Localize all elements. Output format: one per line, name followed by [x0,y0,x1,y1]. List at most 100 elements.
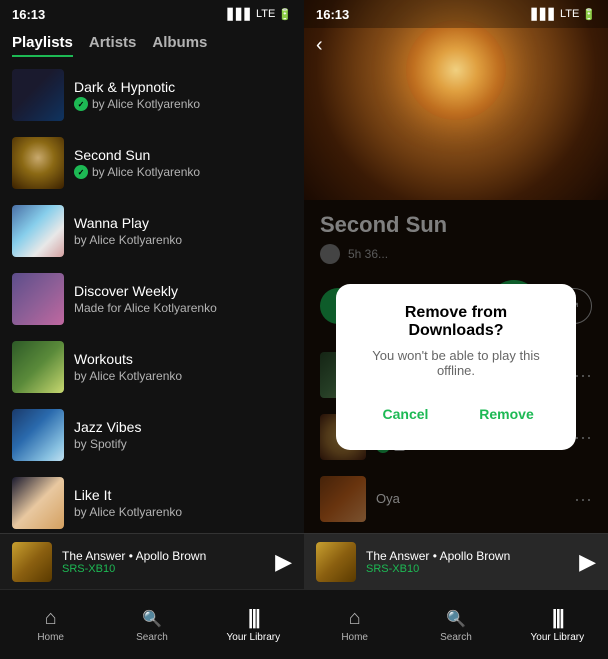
right-now-playing-bar[interactable]: The Answer • Apollo Brown SRS-XB10 ▶ [304,533,608,589]
right-status-bar: 16:13 ▋▋▋ LTE 🔋 [304,0,608,28]
right-status-time: 16:13 [316,7,349,22]
playlist-author: by Alice Kotlyarenko [74,97,292,111]
playlist-name: Jazz Vibes [74,419,292,435]
playlist-name: Second Sun [74,147,292,163]
left-status-bar: 16:13 ▋▋▋ LTE 🔋 [0,0,304,28]
dialog-title: Remove from Downloads? [360,304,552,340]
playlist-name: Discover Weekly [74,283,292,299]
left-status-time: 16:13 [12,7,45,22]
left-nav-home-label: Home [37,632,64,643]
list-item[interactable]: Discover Weekly Made for Alice Kotlyaren… [0,265,304,333]
list-item[interactable]: Dark & Hypnotic by Alice Kotlyarenko [0,61,304,129]
left-nav-search-label: Search [136,632,168,643]
playlist-author: Made for Alice Kotlyarenko [74,301,292,315]
tab-bar: Playlists Artists Albums [0,28,304,61]
left-bottom-nav: Home Search Your Library [0,589,304,659]
tab-albums[interactable]: Albums [152,34,207,57]
list-item[interactable]: Second Sun by Alice Kotlyarenko [0,129,304,197]
playlist-info: Jazz Vibes by Spotify [74,419,292,451]
signal-icon: ▋▋▋ [228,8,253,21]
now-playing-title: The Answer • Apollo Brown [62,549,265,563]
battery-icon: 🔋 [278,8,292,21]
dialog-overlay: Remove from Downloads? You won't be able… [304,200,608,533]
playlist-info: Discover Weekly Made for Alice Kotlyaren… [74,283,292,315]
playlist-author: by Alice Kotlyarenko [74,233,292,247]
playlist-name: Wanna Play [74,215,292,231]
right-signal-icon: ▋▋▋ [532,8,557,21]
right-nav-search-label: Search [440,632,472,643]
playlist-info: Wanna Play by Alice Kotlyarenko [74,215,292,247]
cancel-button[interactable]: Cancel [360,398,451,430]
playlist-info: Workouts by Alice Kotlyarenko [74,351,292,383]
right-now-playing-info: The Answer • Apollo Brown SRS-XB10 [366,549,569,575]
list-item[interactable]: Wanna Play by Alice Kotlyarenko [0,197,304,265]
right-panel: 16:13 ▋▋▋ LTE 🔋 ‹ Second Sun 5h 36... ↓ … [304,0,608,659]
right-now-playing-thumb [316,542,356,582]
playlist-thumb [12,409,64,461]
home-icon [349,607,361,630]
right-nav-library[interactable]: Your Library [507,607,608,643]
playlist-name: Like It [74,487,292,503]
search-icon [142,607,162,630]
downloaded-icon [74,97,88,111]
right-content: Second Sun 5h 36... ↓ ▶ ↗ Шо з-під дуба … [304,200,608,533]
remove-downloads-dialog: Remove from Downloads? You won't be able… [336,284,576,450]
album-art-bg [304,0,608,200]
playlist-info: Dark & Hypnotic by Alice Kotlyarenko [74,79,292,111]
tab-artists[interactable]: Artists [89,34,137,57]
left-nav-library[interactable]: Your Library [203,607,304,643]
playlist-author: by Alice Kotlyarenko [74,165,292,179]
playlist-thumb [12,477,64,529]
playlist-list: Dark & Hypnotic by Alice Kotlyarenko Sec… [0,61,304,533]
playlist-thumb [12,137,64,189]
left-status-icons: ▋▋▋ LTE 🔋 [228,8,292,21]
right-nav-home-label: Home [341,632,368,643]
playlist-thumb [12,341,64,393]
tab-playlists[interactable]: Playlists [12,34,73,57]
right-nav-home[interactable]: Home [304,607,405,643]
search-icon [446,607,466,630]
playlist-info: Like It by Alice Kotlyarenko [74,487,292,519]
list-item[interactable]: Like It by Alice Kotlyarenko [0,469,304,533]
playlist-author: by Alice Kotlyarenko [74,369,292,383]
left-now-playing-bar[interactable]: The Answer • Apollo Brown SRS-XB10 ▶ [0,533,304,589]
playlist-thumb [12,69,64,121]
left-nav-home[interactable]: Home [0,607,101,643]
playlist-author: by Spotify [74,437,292,451]
back-button[interactable]: ‹ [316,34,323,57]
dialog-buttons: Cancel Remove [360,398,552,430]
right-battery-icon: 🔋 [582,8,596,21]
now-playing-device: SRS-XB10 [62,563,265,575]
left-nav-search[interactable]: Search [101,607,202,643]
right-nav-search[interactable]: Search [405,607,506,643]
left-nav-library-label: Your Library [227,632,281,643]
network-label: LTE [256,8,275,20]
now-playing-thumb [12,542,52,582]
playlist-thumb [12,205,64,257]
right-network-label: LTE [560,8,579,20]
playlist-author: by Alice Kotlyarenko [74,505,292,519]
right-play-now-button[interactable]: ▶ [579,549,596,575]
playlist-thumb [12,273,64,325]
remove-button[interactable]: Remove [461,398,552,430]
list-item[interactable]: Workouts by Alice Kotlyarenko [0,333,304,401]
list-item[interactable]: Jazz Vibes by Spotify [0,401,304,469]
right-status-icons: ▋▋▋ LTE 🔋 [532,8,596,21]
library-icon [248,607,259,630]
dialog-message: You won't be able to play this offline. [360,348,552,378]
now-playing-info: The Answer • Apollo Brown SRS-XB10 [62,549,265,575]
playlist-name: Dark & Hypnotic [74,79,292,95]
playlist-name: Workouts [74,351,292,367]
library-icon [552,607,563,630]
album-art-container: 16:13 ▋▋▋ LTE 🔋 ‹ [304,0,608,200]
album-art-sun [406,20,506,120]
right-now-playing-device: SRS-XB10 [366,563,569,575]
playlist-info: Second Sun by Alice Kotlyarenko [74,147,292,179]
right-bottom-nav: Home Search Your Library [304,589,608,659]
downloaded-icon [74,165,88,179]
right-now-playing-title: The Answer • Apollo Brown [366,549,569,563]
left-panel: 16:13 ▋▋▋ LTE 🔋 Playlists Artists Albums… [0,0,304,659]
left-play-button[interactable]: ▶ [275,549,292,575]
home-icon [45,607,57,630]
right-nav-library-label: Your Library [531,632,585,643]
